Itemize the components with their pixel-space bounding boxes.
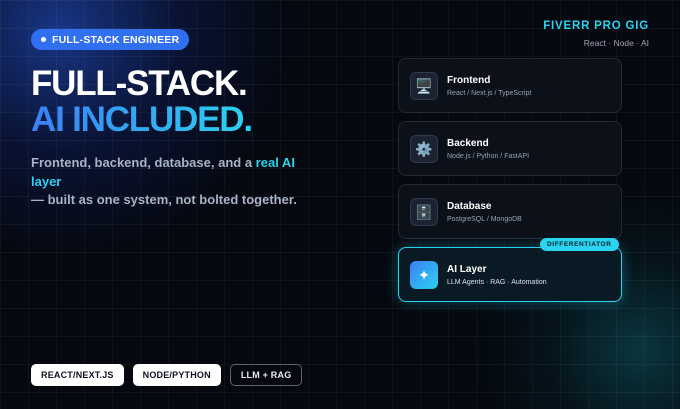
card-subtitle: LLM Agents · RAG · Automation (447, 279, 547, 286)
role-badge: FULL-STACK ENGINEER (31, 29, 190, 50)
lead-part-1: Frontend, backend, database, and a (31, 155, 256, 170)
headline-line-2: AI INCLUDED. (31, 100, 253, 139)
badge-dot-icon (41, 37, 46, 42)
card-title: Backend (447, 138, 489, 149)
gear-icon: ⚙️ (410, 135, 438, 163)
pill-react: REACT/NEXT.JS (31, 364, 124, 386)
differentiator-tag: DIFFERENTIATOR (540, 238, 619, 251)
stack-card-backend: ⚙️ Backend Node.js / Python / FastAPI (398, 121, 622, 176)
monitor-icon: 🖥️ (410, 72, 438, 100)
card-title: AI Layer (447, 264, 487, 275)
stack-card-ai-layer: ✦ AI Layer LLM Agents · RAG · Automation (398, 247, 622, 302)
stack-card-database: 🗄️ Database PostgreSQL / MongoDB (398, 184, 622, 239)
lead-part-2: — built as one system, not bolted togeth… (31, 192, 297, 207)
lead-text: Frontend, backend, database, and a real … (31, 154, 301, 210)
headline: FULL-STACK. AI INCLUDED. (31, 64, 253, 139)
database-icon: 🗄️ (410, 198, 438, 226)
card-subtitle: PostgreSQL / MongoDB (447, 216, 522, 223)
gig-subtitle: React · Node · AI (583, 38, 649, 48)
card-title: Database (447, 201, 492, 212)
card-title: Frontend (447, 75, 491, 86)
stack-card-frontend: 🖥️ Frontend React / Next.js / TypeScript (398, 58, 622, 113)
card-subtitle: Node.js / Python / FastAPI (447, 153, 530, 160)
badge-label: FULL-STACK ENGINEER (52, 33, 180, 46)
pill-llm: LLM + RAG (229, 364, 303, 386)
pill-node: NODE/PYTHON (132, 364, 221, 386)
headline-line-1: FULL-STACK. (31, 64, 248, 103)
gig-label: FIVERR PRO GIG React · Node · AI (543, 20, 649, 48)
gig-title: FIVERR PRO GIG (543, 20, 649, 32)
sparkle-icon: ✦ (410, 261, 438, 289)
card-subtitle: React / Next.js / TypeScript (447, 90, 532, 97)
tech-pills: REACT/NEXT.JS NODE/PYTHON LLM + RAG (31, 364, 303, 386)
